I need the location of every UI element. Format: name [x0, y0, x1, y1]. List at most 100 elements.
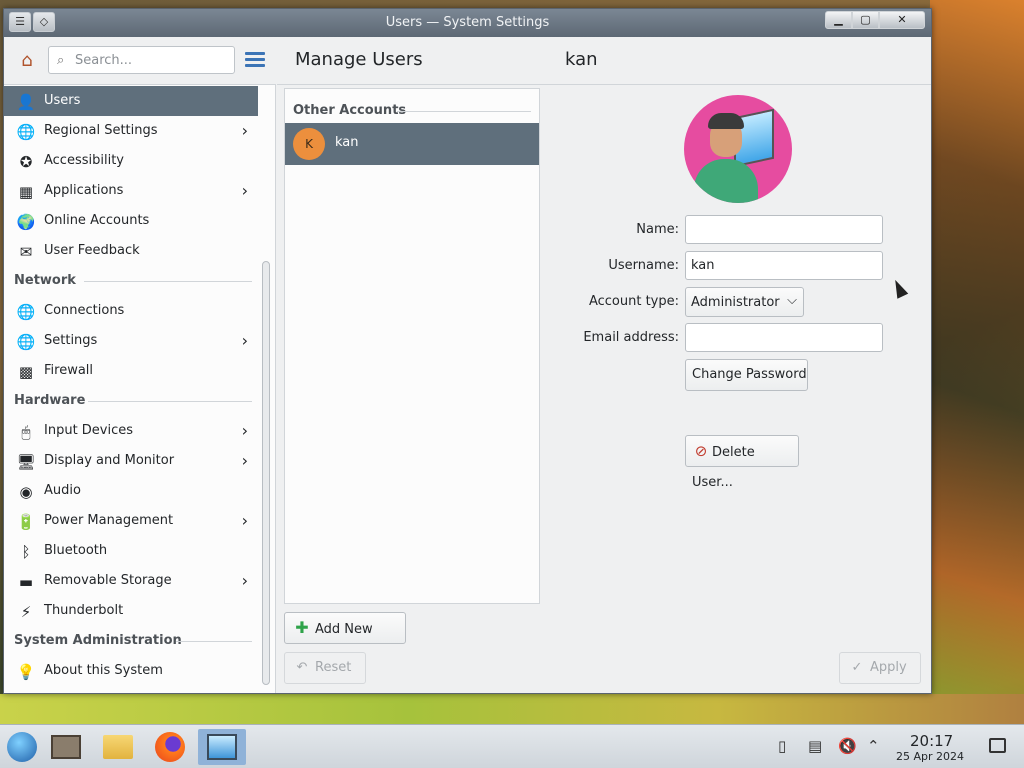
audio-icon: ◉ [19, 483, 33, 501]
sidebar-item-label: Firewall [44, 363, 94, 378]
chevron-right-icon: › [241, 181, 248, 200]
sidebar-item-user-feedback[interactable]: ✉ User Feedback [4, 236, 258, 266]
power-icon: 🔋 [16, 513, 36, 531]
add-new-user-button[interactable]: ✚Add New User [284, 612, 406, 667]
clock-date[interactable]: 25 Apr 2024 [896, 750, 964, 763]
sidebar-item-settings[interactable]: 🌐 Settings › [4, 326, 258, 356]
sidebar-item-display-and-monitor[interactable]: 🖥 Display and Monitor › [4, 446, 258, 476]
name-field[interactable] [685, 215, 883, 244]
username-field[interactable]: kan [685, 251, 883, 280]
sidebar: ⌂ ⌕ 👤 Users 🌐 Regional Settings › ✪ Accessibil… [4, 37, 276, 693]
section-hardware: Hardware [4, 386, 258, 416]
sidebar-item-label: Bluetooth [44, 543, 108, 558]
volume-muted-icon[interactable]: 🔇 [838, 737, 857, 755]
reset-icon: ↶ [296, 660, 308, 675]
sidebar-item-label: Settings [44, 333, 98, 348]
user-avatar[interactable] [684, 95, 792, 203]
sidebar-item-label: Audio [44, 483, 81, 498]
start-menu-icon[interactable] [2, 729, 42, 765]
email-label: Email address: [583, 330, 679, 345]
network-settings-icon: 🌐 [16, 333, 36, 351]
search-box[interactable]: ⌕ [48, 46, 235, 74]
account-type-label: Account type: [588, 294, 679, 309]
section-system-administration: System Administration [4, 626, 258, 656]
delete-user-button[interactable]: ⊘ Delete User... [685, 435, 799, 490]
sidebar-item-label: Regional Settings [44, 123, 158, 138]
clock-time[interactable]: 20:17 [910, 732, 953, 750]
sidebar-item-about-this-system[interactable]: 💡 About this System [4, 656, 258, 686]
hamburger-menu-icon[interactable] [245, 52, 265, 68]
sidebar-item-label: User Feedback [44, 243, 140, 258]
sidebar-item-thunderbolt[interactable]: ⚡ Thunderbolt [4, 596, 258, 626]
sidebar-scrollbar[interactable] [262, 261, 270, 685]
apply-button[interactable]: ✓ Apply [839, 652, 921, 684]
sidebar-header: ⌂ ⌕ [4, 37, 276, 85]
sidebar-item-removable-storage[interactable]: ▬ Removable Storage › [4, 566, 258, 596]
chevron-right-icon: › [241, 331, 248, 350]
email-field[interactable] [685, 323, 883, 352]
chevron-right-icon: › [241, 571, 248, 590]
applications-icon: ▦ [18, 183, 34, 201]
sidebar-item-label: Thunderbolt [44, 603, 124, 618]
sidebar-item-audio[interactable]: ◉ Audio [4, 476, 258, 506]
tray-notes-icon[interactable]: ▯ [778, 737, 786, 755]
title-bar[interactable]: ☰ ◇ Users — System Settings ▁ ▢ ✕ [4, 9, 931, 37]
caption-divider [397, 111, 531, 112]
minimize-button[interactable]: ▁ [825, 11, 852, 29]
section-network: Network [4, 266, 258, 296]
show-desktop-icon[interactable] [989, 738, 1006, 753]
sidebar-item-accessibility[interactable]: ✪ Accessibility [4, 146, 258, 176]
delete-icon: ⊘ [694, 442, 708, 460]
sidebar-item-online-accounts[interactable]: 🌍 Online Accounts [4, 206, 258, 236]
sidebar-item-label: Connections [44, 303, 125, 318]
taskbar: ▯ ▤ 🔇 ⌃ 20:17 25 Apr 2024 [0, 724, 1024, 768]
mouse-icon: 🖱 [21, 423, 31, 441]
sidebar-item-label: Users [44, 93, 81, 108]
sidebar-item-connections[interactable]: 🌐 Connections [4, 296, 258, 326]
chevron-right-icon: › [241, 121, 248, 140]
selected-user-title: kan [565, 49, 598, 70]
account-row-kan[interactable]: K kan [285, 123, 539, 165]
chevron-right-icon: › [241, 421, 248, 440]
sidebar-item-power-management[interactable]: 🔋 Power Management › [4, 506, 258, 536]
account-type-value: Administrator [691, 295, 780, 310]
maximize-button[interactable]: ▢ [852, 11, 879, 29]
sidebar-item-label: Accessibility [44, 153, 124, 168]
online-accounts-icon: 🌍 [16, 213, 36, 231]
sidebar-item-users[interactable]: 👤 Users [4, 86, 258, 116]
search-input[interactable] [75, 51, 230, 69]
sidebar-item-firewall[interactable]: ▩ Firewall [4, 356, 258, 386]
sidebar-item-regional-settings[interactable]: 🌐 Regional Settings › [4, 116, 258, 146]
sidebar-item-bluetooth[interactable]: ᛒ Bluetooth [4, 536, 258, 566]
reset-button[interactable]: ↶ Reset [284, 652, 366, 684]
chevron-right-icon: › [241, 451, 248, 470]
sidebar-item-label: Power Management [44, 513, 174, 528]
reset-label: Reset [315, 660, 352, 675]
change-password-label: Change Password [692, 367, 807, 382]
sidebar-item-applications[interactable]: ▦ Applications › [4, 176, 258, 206]
sidebar-item-input-devices[interactable]: 🖱 Input Devices › [4, 416, 258, 446]
account-type-combobox[interactable]: Administrator ⌵ [685, 287, 804, 317]
storage-icon: ▬ [18, 573, 34, 591]
users-icon: 👤 [16, 93, 36, 111]
bluetooth-icon: ᛒ [21, 543, 31, 561]
lightbulb-icon: 💡 [16, 663, 36, 681]
home-icon[interactable]: ⌂ [15, 49, 39, 73]
checkmark-icon: ✓ [851, 660, 863, 675]
sidebar-item-label: About this System [44, 663, 163, 678]
close-button[interactable]: ✕ [879, 11, 925, 29]
file-manager-icon[interactable] [98, 729, 138, 765]
system-settings-task-icon[interactable] [198, 729, 246, 765]
sidebar-item-label: Display and Monitor [44, 453, 175, 468]
window-title: Users — System Settings [385, 15, 550, 30]
terminal-app-icon[interactable] [46, 729, 86, 765]
firefox-icon[interactable] [150, 729, 190, 765]
feedback-icon: ✉ [19, 243, 33, 261]
thunderbolt-icon: ⚡ [20, 603, 32, 621]
clipboard-icon[interactable]: ▤ [808, 737, 822, 755]
sidebar-item-label: Input Devices [44, 423, 134, 438]
chevron-up-icon[interactable]: ⌃ [867, 737, 880, 755]
change-password-button[interactable]: Change Password [685, 359, 808, 391]
apply-label: Apply [870, 660, 907, 675]
desktop-wallpaper-strip [0, 694, 1024, 724]
